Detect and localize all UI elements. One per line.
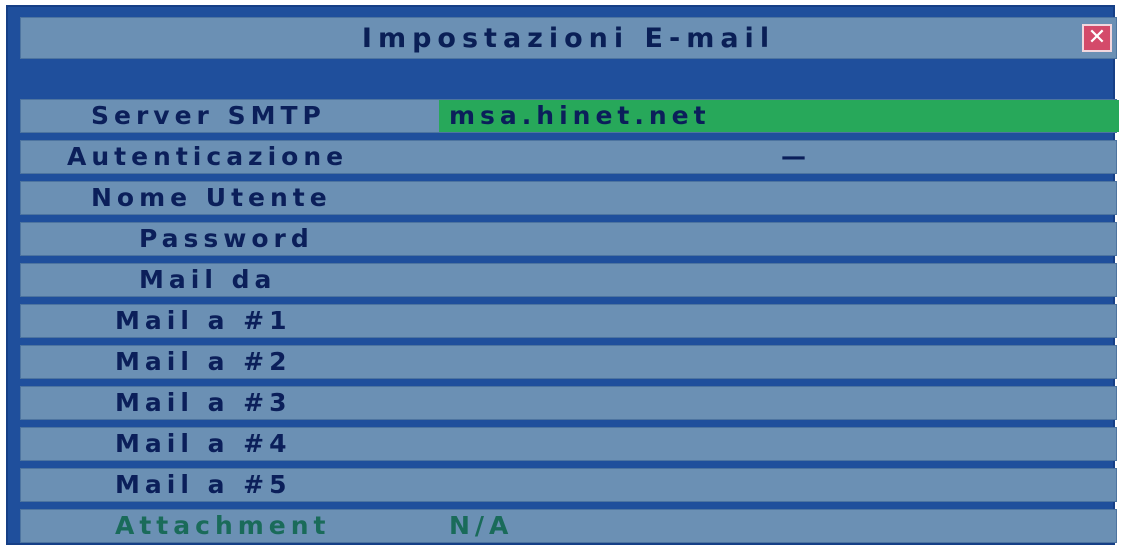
row-password[interactable]: Password — [20, 222, 1117, 256]
label-autenticazione: Autenticazione — [67, 142, 349, 171]
label-password: Password — [139, 224, 314, 253]
label-mail-a-5: Mail a #5 — [115, 470, 292, 499]
dialog-title: Impostazioni E-mail — [361, 22, 776, 54]
close-button[interactable]: ✕ — [1082, 24, 1112, 52]
row-mail-a-2[interactable]: Mail a #2 — [20, 345, 1117, 379]
label-mail-a-1: Mail a #1 — [115, 306, 292, 335]
label-mail-a-3: Mail a #3 — [115, 388, 292, 417]
row-autenticazione[interactable]: Autenticazione — — [20, 140, 1117, 174]
row-mail-a-1[interactable]: Mail a #1 — [20, 304, 1117, 338]
label-mail-a-2: Mail a #2 — [115, 347, 292, 376]
row-nome-utente[interactable]: Nome Utente — [20, 181, 1117, 215]
row-server-smtp[interactable]: Server SMTP msa.hinet.net — [20, 99, 1119, 133]
label-attachment: Attachment — [115, 511, 331, 540]
label-server-smtp: Server SMTP — [91, 101, 326, 130]
row-mail-a-4[interactable]: Mail a #4 — [20, 427, 1117, 461]
label-mail-a-4: Mail a #4 — [115, 429, 292, 458]
row-mail-a-3[interactable]: Mail a #3 — [20, 386, 1117, 420]
row-attachment[interactable]: Attachment N/A — [20, 509, 1117, 543]
label-nome-utente: Nome Utente — [91, 183, 332, 212]
row-mail-a-5[interactable]: Mail a #5 — [20, 468, 1117, 502]
autenticazione-field[interactable]: — — [781, 141, 811, 173]
row-mail-da[interactable]: Mail da — [20, 263, 1117, 297]
server-smtp-field[interactable]: msa.hinet.net — [439, 100, 1119, 132]
email-settings-dialog: Impostazioni E-mail ✕ Server SMTP msa.hi… — [6, 5, 1119, 545]
close-icon: ✕ — [1087, 25, 1107, 50]
label-mail-da: Mail da — [139, 265, 277, 294]
attachment-field[interactable]: N/A — [449, 510, 513, 542]
title-bar: Impostazioni E-mail ✕ — [20, 17, 1117, 59]
